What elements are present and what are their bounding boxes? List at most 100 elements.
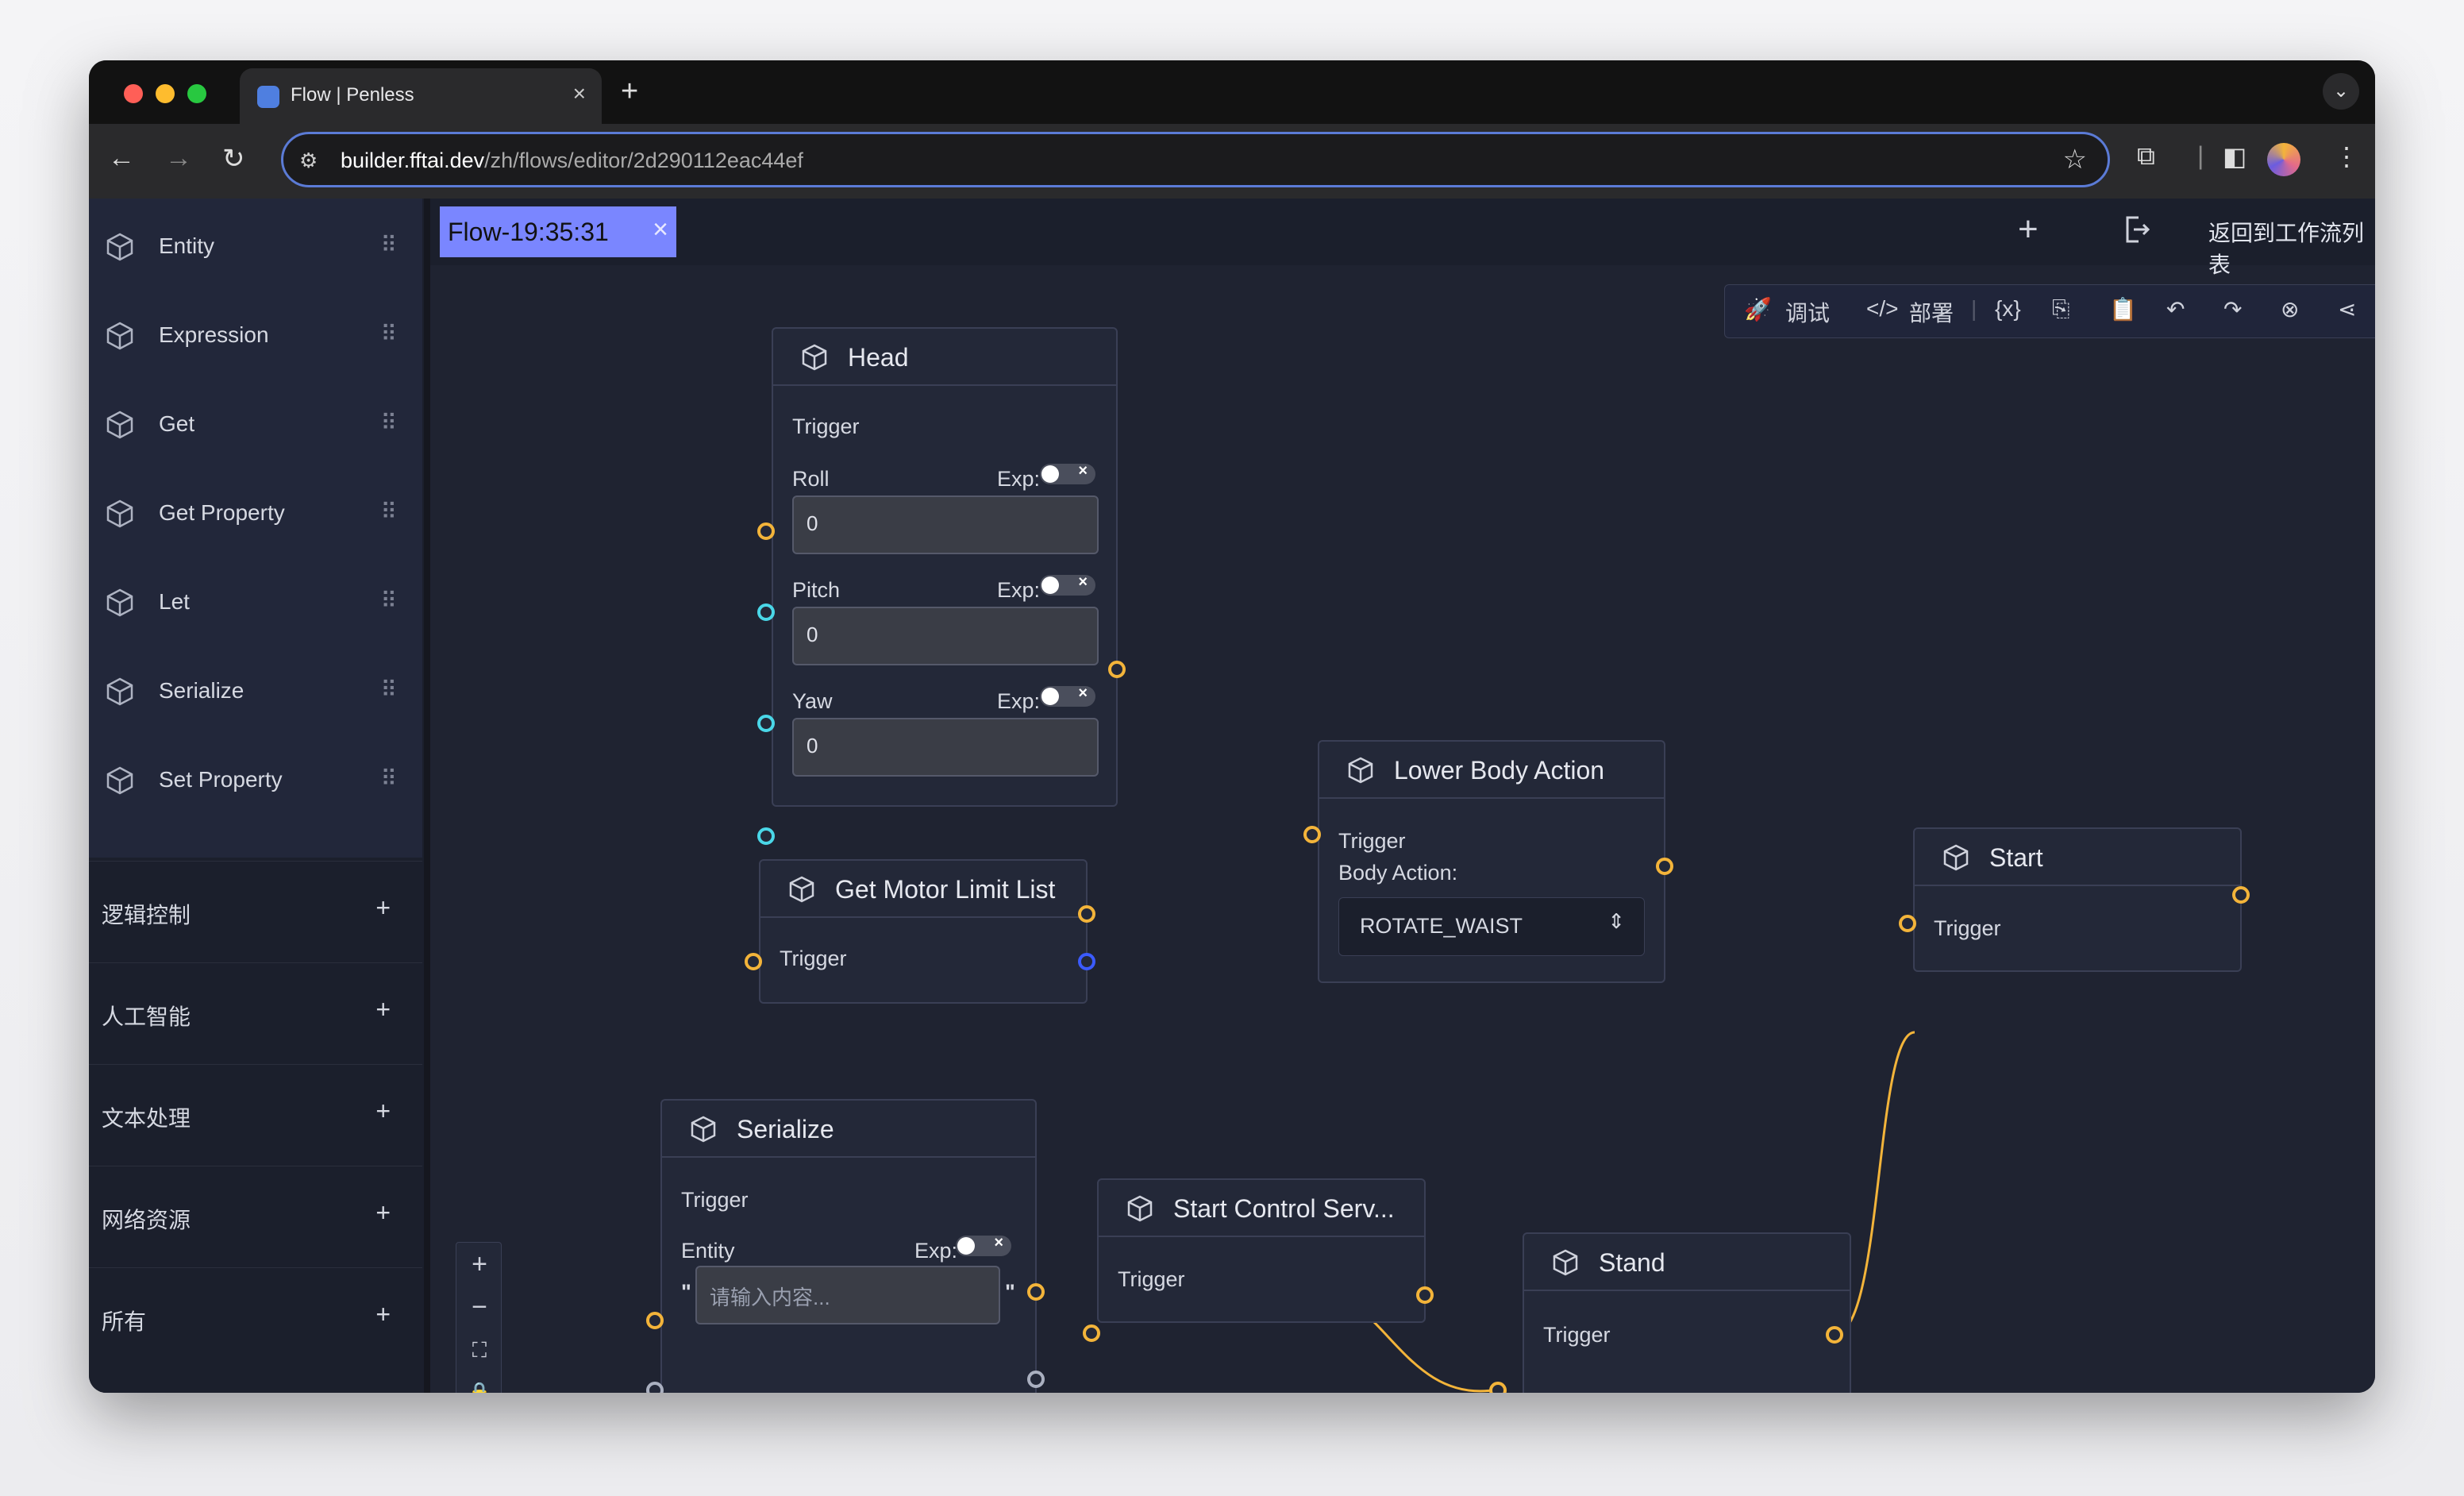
drag-handle-icon[interactable]: ⠿ xyxy=(380,765,396,792)
input-port[interactable] xyxy=(646,1312,664,1329)
output-port[interactable] xyxy=(1078,953,1095,970)
profile-avatar[interactable] xyxy=(2267,143,2300,176)
bookmark-star-icon[interactable]: ☆ xyxy=(2063,144,2087,175)
back-arrow-icon[interactable]: ← xyxy=(108,143,135,174)
input-port[interactable] xyxy=(745,953,762,970)
drag-handle-icon[interactable]: ⠿ xyxy=(380,499,396,525)
exp-toggle[interactable]: × xyxy=(1040,573,1095,596)
sidebar-node-item[interactable]: Get ⠿ xyxy=(89,380,422,468)
node-head[interactable]: Head Trigger Roll Exp: × 0 Pitch Exp: × … xyxy=(772,327,1118,807)
node-start-control-service[interactable]: Start Control Serv... Trigger xyxy=(1097,1178,1426,1323)
sidebar-category[interactable]: 所有 + xyxy=(89,1267,422,1369)
node-title: Serialize xyxy=(737,1115,834,1143)
sidebar-node-item[interactable]: Set Property ⠿ xyxy=(89,735,422,824)
trigger-label: Trigger xyxy=(1118,1267,1185,1291)
drag-handle-icon[interactable]: ⠿ xyxy=(380,410,396,436)
browser-tab[interactable]: Flow | Penless × xyxy=(240,68,602,124)
node-header[interactable]: Get Motor Limit List xyxy=(760,861,1086,918)
sidebar-category[interactable]: 文本处理 + xyxy=(89,1064,422,1166)
node-header[interactable]: Start Control Serv... xyxy=(1099,1180,1424,1237)
output-port[interactable] xyxy=(1027,1283,1045,1301)
sidebar-node-item[interactable]: Serialize ⠿ xyxy=(89,646,422,735)
zoom-out-button[interactable]: − xyxy=(456,1286,502,1328)
extensions-icon[interactable]: ⧉ xyxy=(2137,141,2155,172)
roll-input[interactable]: 0 xyxy=(792,495,1099,554)
cube-icon xyxy=(1127,1195,1153,1222)
expand-plus-icon[interactable]: + xyxy=(375,1300,391,1329)
drag-handle-icon[interactable]: ⠿ xyxy=(380,588,396,614)
input-port[interactable] xyxy=(757,603,775,621)
input-port[interactable] xyxy=(1303,826,1321,843)
exp-toggle[interactable]: × xyxy=(956,1234,1011,1256)
yaw-input[interactable]: 0 xyxy=(792,718,1099,777)
url-text[interactable]: builder.fftai.dev/zh/flows/editor/2d2901… xyxy=(341,148,803,173)
input-port[interactable] xyxy=(757,827,775,845)
pitch-input[interactable]: 0 xyxy=(792,607,1099,665)
updown-chevron-icon: ⇕ xyxy=(1607,909,1625,933)
node-header[interactable]: Head xyxy=(773,329,1116,386)
sidebar-node-item[interactable]: Entity ⠿ xyxy=(89,202,422,291)
side-panel-icon[interactable]: ◧ xyxy=(2223,141,2246,172)
fit-view-button[interactable]: ⛶ xyxy=(456,1328,502,1371)
sidebar-category[interactable]: 逻辑控制 + xyxy=(89,861,422,962)
cube-icon xyxy=(802,344,827,371)
node-stand[interactable]: Stand Trigger xyxy=(1523,1232,1851,1393)
close-window-button[interactable] xyxy=(124,84,143,103)
lock-icon[interactable]: 🔒 xyxy=(456,1371,502,1393)
drag-handle-icon[interactable]: ⠿ xyxy=(380,321,396,347)
field-label: Roll xyxy=(792,467,830,491)
drag-handle-icon[interactable]: ⠿ xyxy=(380,232,396,258)
sidebar-category[interactable]: 网络资源 + xyxy=(89,1166,422,1267)
expand-plus-icon[interactable]: + xyxy=(375,893,391,923)
node-serialize[interactable]: Serialize Trigger Entity Exp: × " 请输入内容.… xyxy=(660,1099,1037,1393)
sidebar-category[interactable]: 人工智能 + xyxy=(89,962,422,1064)
expand-plus-icon[interactable]: + xyxy=(375,1097,391,1126)
minimize-window-button[interactable] xyxy=(156,84,175,103)
drag-handle-icon[interactable]: ⠿ xyxy=(380,677,396,703)
exp-toggle[interactable]: × xyxy=(1040,462,1095,484)
node-get-motor-limit-list[interactable]: Get Motor Limit List Trigger xyxy=(759,859,1088,1004)
exp-toggle[interactable]: × xyxy=(1040,684,1095,707)
site-settings-icon[interactable]: ⚙ xyxy=(299,148,318,173)
menu-kebab-icon[interactable]: ⋮ xyxy=(2334,141,2359,172)
output-port[interactable] xyxy=(1027,1371,1045,1388)
node-start[interactable]: Start Trigger xyxy=(1913,827,2242,972)
forward-arrow-icon[interactable]: → xyxy=(165,143,192,174)
cube-icon xyxy=(1348,757,1373,784)
zoom-window-button[interactable] xyxy=(187,84,206,103)
sidebar-node-item[interactable]: Expression ⠿ xyxy=(89,291,422,380)
reload-icon[interactable]: ↻ xyxy=(222,143,245,175)
input-port[interactable] xyxy=(1083,1324,1100,1342)
field-label: Yaw xyxy=(792,689,833,713)
new-tab-button[interactable]: + xyxy=(621,75,638,109)
output-port[interactable] xyxy=(1826,1326,1843,1344)
node-lower-body-action[interactable]: Lower Body Action Trigger Body Action: R… xyxy=(1318,740,1665,983)
output-port[interactable] xyxy=(2232,886,2250,904)
node-header[interactable]: Serialize xyxy=(662,1101,1035,1158)
expand-plus-icon[interactable]: + xyxy=(375,995,391,1024)
tab-close-icon[interactable]: × xyxy=(573,81,586,106)
node-header[interactable]: Start xyxy=(1915,829,2240,886)
expand-plus-icon[interactable]: + xyxy=(375,1198,391,1228)
sidebar-node-item[interactable]: Let ⠿ xyxy=(89,557,422,646)
tab-search-chevron-icon[interactable]: ⌄ xyxy=(2323,73,2359,110)
output-port[interactable] xyxy=(1078,905,1095,923)
sidebar-node-item[interactable]: Get Property ⠿ xyxy=(89,468,422,557)
zoom-in-button[interactable]: + xyxy=(456,1243,502,1286)
category-label: 逻辑控制 xyxy=(102,903,191,927)
entity-input[interactable]: 请输入内容... xyxy=(695,1266,1000,1324)
node-header[interactable]: Stand xyxy=(1524,1234,1850,1291)
input-port[interactable] xyxy=(757,715,775,732)
exp-label: Exp: xyxy=(997,578,1041,602)
output-port[interactable] xyxy=(1416,1286,1434,1304)
cube-icon xyxy=(106,499,133,528)
cube-icon xyxy=(106,411,133,439)
body-action-select[interactable]: ROTATE_WAIST ⇕ xyxy=(1338,897,1645,956)
flow-canvas[interactable]: Flow-19:35:31 × + 返回到工作流列表 🚀 调试 </> 部署 |… xyxy=(430,199,2375,1393)
address-bar[interactable]: ⚙ builder.fftai.dev/zh/flows/editor/2d29… xyxy=(281,132,2110,187)
output-port[interactable] xyxy=(1108,661,1126,678)
output-port[interactable] xyxy=(1656,858,1673,875)
node-header[interactable]: Lower Body Action xyxy=(1319,742,1664,799)
input-port[interactable] xyxy=(1899,915,1916,932)
input-port[interactable] xyxy=(757,522,775,540)
